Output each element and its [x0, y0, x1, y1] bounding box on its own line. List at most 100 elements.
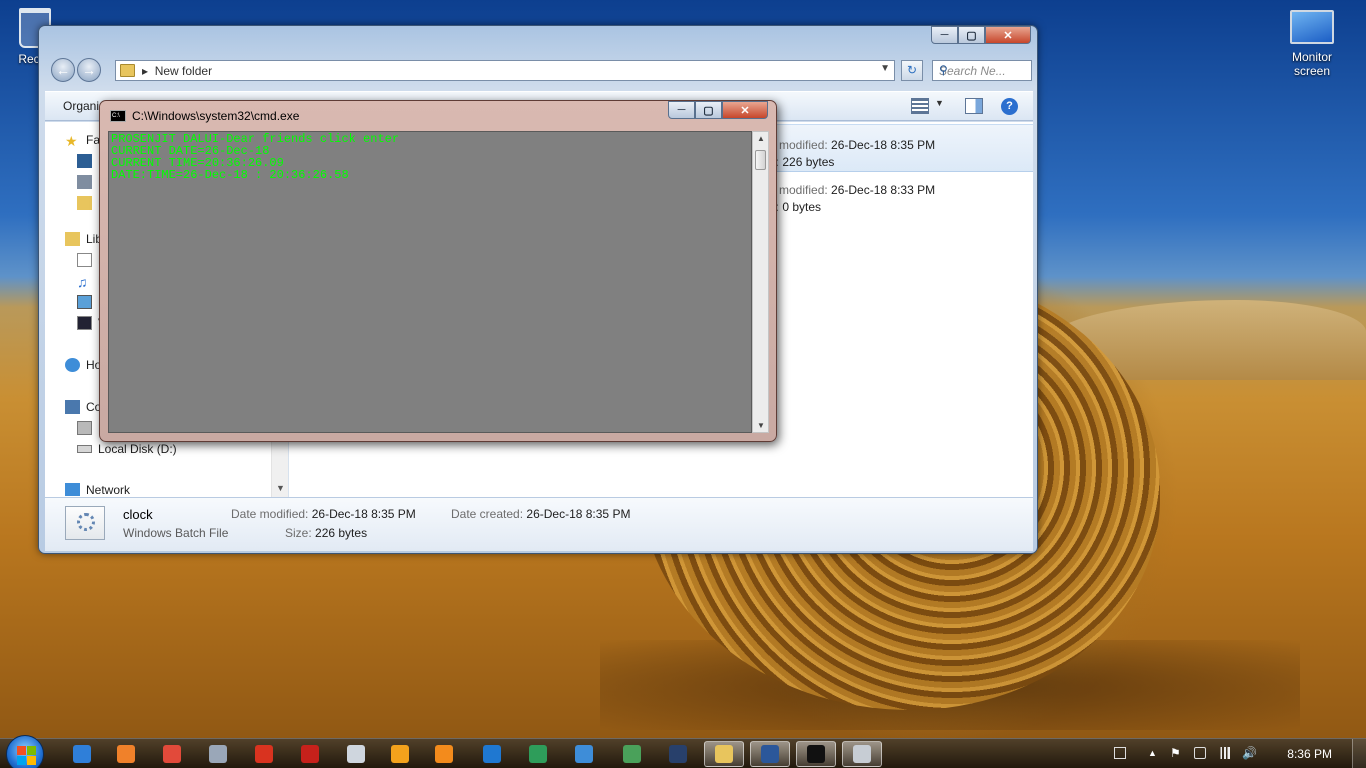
paint-icon — [853, 745, 871, 763]
teamviewer-icon — [483, 745, 501, 763]
show-desktop-button[interactable] — [1352, 739, 1366, 768]
homegroup-icon — [65, 358, 80, 372]
app-sphere-icon — [209, 745, 227, 763]
action-center-icon[interactable] — [1114, 747, 1126, 759]
taskbar-clock[interactable]: 8:36 PM — [1287, 747, 1332, 761]
network-signal-icon[interactable] — [1218, 747, 1230, 759]
taskbar-button-app-monitor[interactable] — [658, 741, 698, 767]
taskbar-button-app-sphere[interactable] — [198, 741, 238, 767]
show-hidden-icons-icon[interactable]: ▲ — [1148, 748, 1160, 760]
taskbar-button-media-player[interactable] — [380, 741, 420, 767]
refresh-button[interactable]: ↻ — [901, 60, 923, 81]
scroll-down-icon[interactable]: ▼ — [276, 483, 285, 493]
app-monitor-icon — [669, 745, 687, 763]
close-button[interactable]: ✕ — [722, 101, 768, 119]
preview-pane-icon[interactable] — [965, 98, 983, 114]
organize-button[interactable]: Organi — [63, 99, 99, 113]
nav-local-disk-d[interactable]: Local Disk (D:) — [77, 442, 177, 456]
taskbar-button-explorer[interactable] — [704, 741, 744, 767]
documents-icon — [77, 253, 92, 267]
internet-explorer-icon — [73, 745, 91, 763]
details-date-modified: Date modified: 26-Dec-18 8:35 PM — [231, 507, 416, 521]
address-bar[interactable]: ▸ New folder ▼ — [115, 60, 895, 81]
nav-homegroup[interactable]: Ho — [65, 358, 101, 372]
search-input[interactable]: Search Ne... ⚲ — [932, 60, 1032, 81]
taskbar: ▲ ⚑ 🔊 8:36 PM — [0, 735, 1366, 768]
pictures-icon — [77, 295, 92, 309]
search-icon[interactable]: ⚲ — [939, 63, 1027, 77]
view-dropdown-icon[interactable]: ▼ — [935, 98, 953, 114]
word-icon — [761, 745, 779, 763]
flag-icon[interactable]: ⚑ — [1170, 746, 1182, 760]
help-icon[interactable]: ? — [1001, 98, 1018, 115]
app-orange-icon — [117, 745, 135, 763]
scroll-up-icon[interactable]: ▲ — [757, 134, 765, 143]
explorer-window-controls: ─ ▢ ✕ — [931, 26, 1031, 44]
console-scrollbar[interactable]: ▲ ▼ — [752, 131, 769, 433]
app-earth-icon — [623, 745, 641, 763]
maximize-button[interactable]: ▢ — [695, 101, 722, 119]
monitor-screen-desktop-icon[interactable]: Monitor screen — [1276, 10, 1348, 78]
app-red-icon — [255, 745, 273, 763]
maximize-button[interactable]: ▢ — [958, 26, 985, 44]
windows-logo-icon — [17, 746, 26, 755]
taskbar-button-chrome[interactable] — [152, 741, 192, 767]
navigation-bar: ← → ▸ New folder ▼ ↻ Search Ne... ⚲ — [47, 58, 1032, 82]
breadcrumb-folder[interactable]: New folder — [155, 64, 212, 78]
app-green-icon — [529, 745, 547, 763]
taskbar-button-app-globe[interactable] — [564, 741, 604, 767]
libraries-icon — [65, 232, 80, 246]
power-icon[interactable] — [1194, 747, 1206, 759]
details-pane: clock Windows Batch File Date modified: … — [45, 497, 1033, 551]
recent-places-icon — [77, 175, 92, 189]
batch-file-thumbnail — [65, 506, 105, 540]
media-player-icon — [391, 745, 409, 763]
taskbar-button-app-orange[interactable] — [106, 741, 146, 767]
system-tray: ▲ ⚑ 🔊 8:36 PM — [1106, 739, 1366, 768]
nav-libraries[interactable]: Lib — [65, 232, 102, 246]
drive-icon — [77, 445, 92, 453]
taskbar-button-teamviewer[interactable] — [472, 741, 512, 767]
nav-computer[interactable]: Co — [65, 400, 101, 414]
details-file-name: clock — [123, 507, 153, 522]
scroll-down-icon[interactable]: ▼ — [757, 421, 765, 430]
back-button[interactable]: ← — [51, 58, 75, 82]
desktop-icon — [77, 154, 92, 168]
cmd-window[interactable]: C:\ C:\Windows\system32\cmd.exe ─ ▢ ✕ PR… — [99, 100, 777, 442]
cmd-window-controls: ─ ▢ ✕ — [668, 101, 768, 119]
monitor-screen-label: Monitor screen — [1291, 50, 1332, 78]
monitor-icon — [1290, 10, 1334, 44]
minimize-button[interactable]: ─ — [931, 26, 958, 44]
view-options-icon[interactable] — [911, 98, 929, 114]
folder-icon — [120, 64, 135, 77]
taskbar-button-acrobat[interactable] — [290, 741, 330, 767]
taskbar-button-word[interactable] — [750, 741, 790, 767]
forward-button[interactable]: → — [77, 58, 101, 82]
scrollbar-thumb[interactable] — [755, 150, 766, 170]
address-dropdown-icon[interactable]: ▼ — [880, 63, 890, 74]
minimize-button[interactable]: ─ — [668, 101, 695, 119]
nav-network[interactable]: Network — [65, 483, 130, 496]
taskbar-button-cmd[interactable] — [796, 741, 836, 767]
close-button[interactable]: ✕ — [985, 26, 1031, 44]
volume-icon[interactable]: 🔊 — [1242, 746, 1257, 760]
start-button[interactable] — [6, 735, 44, 768]
details-date-created: Date created: 26-Dec-18 8:35 PM — [451, 507, 631, 521]
taskbar-button-calculator[interactable] — [336, 741, 376, 767]
taskbar-button-app-green[interactable] — [518, 741, 558, 767]
drive-icon — [77, 421, 92, 435]
chrome-icon — [163, 745, 181, 763]
taskbar-button-vlc[interactable] — [424, 741, 464, 767]
console-output[interactable]: PROSENJIT DALUI-Dear friends click enter… — [108, 131, 752, 433]
taskbar-button-app-red[interactable] — [244, 741, 284, 767]
taskbar-button-app-earth[interactable] — [612, 741, 652, 767]
taskbar-button-paint[interactable] — [842, 741, 882, 767]
cmd-icon — [807, 745, 825, 763]
console-line: DATE:TIME=26-Dec-18 : 20:36:26.58 — [111, 168, 349, 182]
explorer-icon — [715, 745, 733, 763]
videos-icon — [77, 316, 92, 330]
acrobat-icon — [301, 745, 319, 763]
taskbar-button-internet-explorer[interactable] — [62, 741, 102, 767]
breadcrumb[interactable]: ▸ New folder — [142, 64, 212, 78]
network-icon — [65, 483, 80, 496]
